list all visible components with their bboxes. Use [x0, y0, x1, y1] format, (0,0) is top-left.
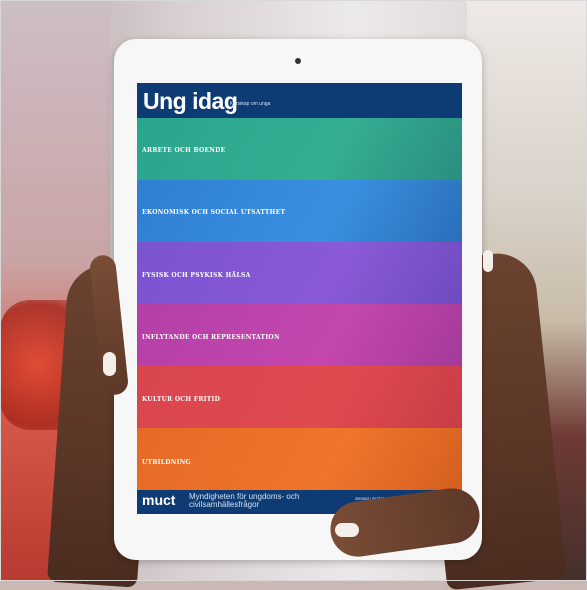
image-border — [0, 0, 587, 581]
